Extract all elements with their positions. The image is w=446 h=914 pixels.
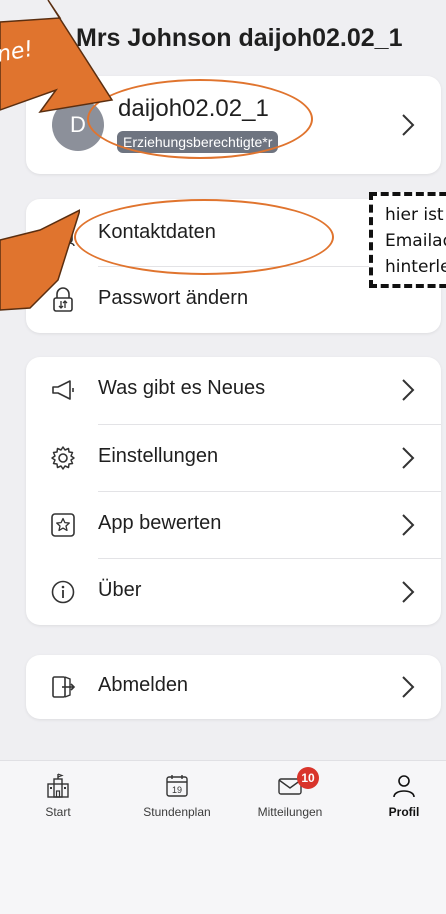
unread-badge: 10 <box>297 767 319 789</box>
role-badge: Erziehungsberechtigte*r <box>117 131 279 153</box>
menu-item-label: Passwort ändern <box>98 287 249 309</box>
annotation-callout: hier ist Ih Emailad hinterleg <box>369 192 446 288</box>
menu-item-einstellungen[interactable]: Einstellungen <box>26 425 441 491</box>
chevron-right-icon <box>401 675 415 699</box>
annotation-arrow-top: ne! <box>0 0 114 114</box>
menu-item-label: Was gibt es Neues <box>98 377 266 399</box>
tab-label: Stundenplan <box>143 805 211 819</box>
logout-card: Abmelden <box>26 655 441 719</box>
tab-profil[interactable]: Profil <box>354 773 446 819</box>
tab-start[interactable]: Start <box>8 773 108 819</box>
profile-name: daijoh02.02_1 <box>118 95 269 122</box>
callout-line-3: hinterleg <box>385 257 446 277</box>
chevron-right-icon <box>401 378 415 402</box>
person-icon <box>393 775 415 798</box>
logout-icon <box>50 674 76 700</box>
chevron-right-icon <box>401 446 415 470</box>
menu-item-label: App bewerten <box>98 512 222 534</box>
tab-stundenplan[interactable]: 19 Stundenplan <box>127 773 227 819</box>
page-title: Mrs Johnson daijoh02.02_1 <box>76 24 403 52</box>
chevron-right-icon <box>401 113 415 137</box>
callout-line-1: hier ist Ih <box>385 205 444 225</box>
menu-item-neues[interactable]: Was gibt es Neues <box>26 357 441 423</box>
calendar-day: 19 <box>172 785 182 795</box>
menu-item-label: Über <box>98 579 142 601</box>
chevron-right-icon <box>401 580 415 604</box>
chevron-right-icon <box>401 513 415 537</box>
tab-bar: Start 19 Stundenplan 10 Mitteilungen Pro… <box>0 760 446 914</box>
annotation-arrow-middle <box>0 209 80 311</box>
menu-item-label: Abmelden <box>98 674 189 696</box>
calendar-icon: 19 <box>166 775 188 797</box>
menu-item-app-bewerten[interactable]: App bewerten <box>26 492 441 558</box>
info-icon <box>50 579 76 605</box>
gear-icon <box>50 445 76 471</box>
tab-label: Profil <box>388 805 420 819</box>
menu-item-label: Einstellungen <box>98 445 219 467</box>
logout-button[interactable]: Abmelden <box>26 654 441 720</box>
tab-mitteilungen[interactable]: 10 Mitteilungen <box>240 767 340 819</box>
menu-item-ueber[interactable]: Über <box>26 559 441 625</box>
menu-item-label: Kontaktdaten <box>98 221 216 243</box>
tab-label: Start <box>45 805 71 819</box>
megaphone-icon <box>50 377 76 403</box>
callout-line-2: Emailad <box>385 231 446 251</box>
star-icon <box>50 512 76 538</box>
tab-label: Mitteilungen <box>257 805 323 819</box>
school-icon <box>47 773 69 798</box>
misc-menu: Was gibt es Neues Einstellungen App bewe… <box>26 357 441 625</box>
